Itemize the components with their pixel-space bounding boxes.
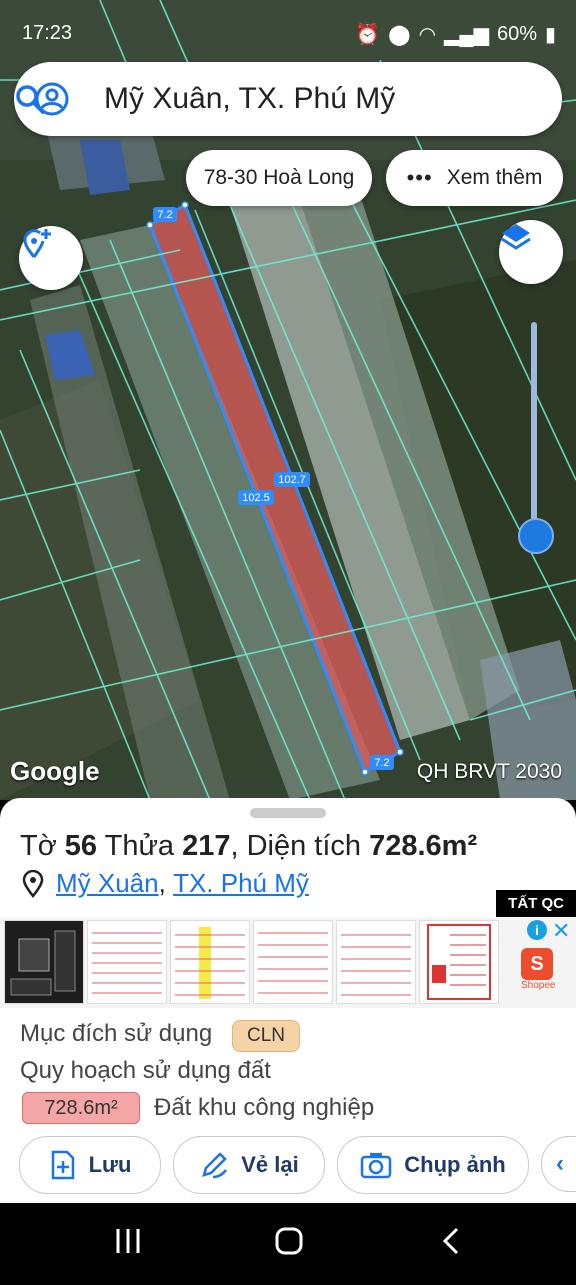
ad-thumbnail[interactable] [336, 920, 416, 1004]
close-ads-button[interactable]: TẤT QC [496, 890, 576, 917]
area-label: Diện tích [246, 830, 362, 862]
chevron-left-icon: ‹ [556, 1150, 564, 1177]
signal-icon: ▂▄▆ [444, 24, 489, 46]
more-dots-icon: ••• [406, 165, 433, 190]
planning-type: Đất khu công nghiệp [154, 1094, 375, 1121]
ad-banner[interactable]: TẤT QC i ✕ S Shopee [0, 890, 576, 1008]
address-chip-label: 78-30 Hoà Long [203, 166, 355, 189]
ward-link[interactable]: Mỹ Xuân [56, 868, 159, 899]
purpose-label: Mục đích sử dụng [20, 1020, 213, 1047]
add-document-icon [51, 1150, 74, 1180]
zoom-slider-track[interactable] [531, 322, 537, 532]
layers-icon [501, 224, 531, 250]
measure-bottom: 7.2 [374, 757, 389, 769]
address-chip[interactable]: 78-30 Hoà Long [186, 150, 372, 206]
draw-pen-icon [202, 1152, 228, 1179]
zoom-slider-handle[interactable] [518, 518, 554, 554]
alarm-icon: ⏰ [355, 24, 381, 46]
area-value: 728.6m² [369, 830, 478, 862]
add-location-button[interactable] [19, 226, 83, 290]
parcel-title: Tờ 56 Thửa 217, Diện tích 728.6m² [20, 830, 478, 862]
more-chip[interactable]: ••• Xem thêm [386, 150, 563, 206]
ad-thumbnail[interactable] [419, 920, 499, 1004]
location-icon: ⬤ [388, 24, 411, 46]
google-logo: Google [10, 756, 100, 786]
recent-apps-icon[interactable] [116, 1229, 140, 1253]
redraw-button[interactable]: Vẻ lại [173, 1136, 325, 1194]
ad-info-icon[interactable]: i [527, 920, 547, 940]
map-pin-icon [22, 869, 44, 898]
capture-button-label: Chụp ảnh [404, 1152, 506, 1177]
more-chip-label: Xem thêm [446, 166, 543, 189]
plot-label: Thửa [104, 830, 174, 862]
town-link[interactable]: TX. Phú Mỹ [173, 868, 309, 899]
ad-close-icon[interactable]: ✕ [552, 918, 570, 944]
planning-area-badge: 728.6m² [22, 1092, 140, 1124]
capture-button[interactable]: Chụp ảnh [337, 1136, 529, 1194]
location-line: Mỹ Xuân , TX. Phú Mỹ [20, 868, 309, 899]
plot-number: 217 [182, 830, 231, 862]
scroll-actions-button[interactable]: ‹ [541, 1136, 576, 1192]
layers-button[interactable] [499, 220, 563, 284]
redraw-button-label: Vẻ lại [241, 1152, 299, 1177]
save-button-label: Lưu [88, 1152, 132, 1177]
shopee-label: Shopee [521, 980, 556, 991]
planning-label: Quy hoạch sử dụng đất [20, 1057, 271, 1084]
sheet-label: Tờ [20, 830, 57, 862]
sheet-number: 56 [64, 830, 98, 862]
battery-icon: ▮ [544, 24, 556, 46]
ad-thumbnail[interactable] [87, 920, 167, 1004]
wifi-icon: ◠ [418, 24, 437, 46]
measure-left: 102.5 [242, 492, 270, 504]
ad-thumbnail[interactable] [4, 920, 84, 1004]
measure-top: 7.2 [157, 209, 172, 221]
battery-level: 60% [496, 23, 537, 45]
sheet-drag-handle[interactable] [250, 808, 326, 818]
ad-thumbnail[interactable] [170, 920, 250, 1004]
search-bar[interactable]: Mỹ Xuân, TX. Phú Mỹ [14, 62, 562, 136]
add-location-icon [23, 229, 51, 258]
search-icon[interactable] [14, 83, 46, 115]
back-icon[interactable] [442, 1227, 459, 1255]
system-nav-bar [0, 1203, 576, 1280]
status-bar: 17:23 ⏰ ⬤ ◠ ▂▄▆ 60% ▮ [0, 0, 576, 64]
status-icons: ⏰ ⬤ ◠ ▂▄▆ 60% ▮ [355, 22, 556, 47]
map-view[interactable]: 7.2 102.5 102.7 7.2 17:23 ⏰ ⬤ ◠ ▂▄▆ 60% … [0, 0, 576, 800]
measure-right: 102.7 [278, 474, 306, 486]
home-icon[interactable] [275, 1227, 303, 1255]
ad-thumbnail[interactable] [253, 920, 333, 1004]
purpose-badge: CLN [232, 1020, 300, 1052]
status-time: 17:23 [22, 22, 73, 44]
save-button[interactable]: Lưu [19, 1136, 161, 1194]
map-layer-label: QH BRVT 2030 [416, 760, 562, 783]
shopee-logo[interactable]: S [521, 948, 553, 980]
search-title[interactable]: Mỹ Xuân, TX. Phú Mỹ [104, 82, 395, 116]
parcel-info-sheet: Tờ 56 Thửa 217, Diện tích 728.6m² Mỹ Xuâ… [0, 798, 576, 1203]
camera-icon [361, 1153, 392, 1179]
